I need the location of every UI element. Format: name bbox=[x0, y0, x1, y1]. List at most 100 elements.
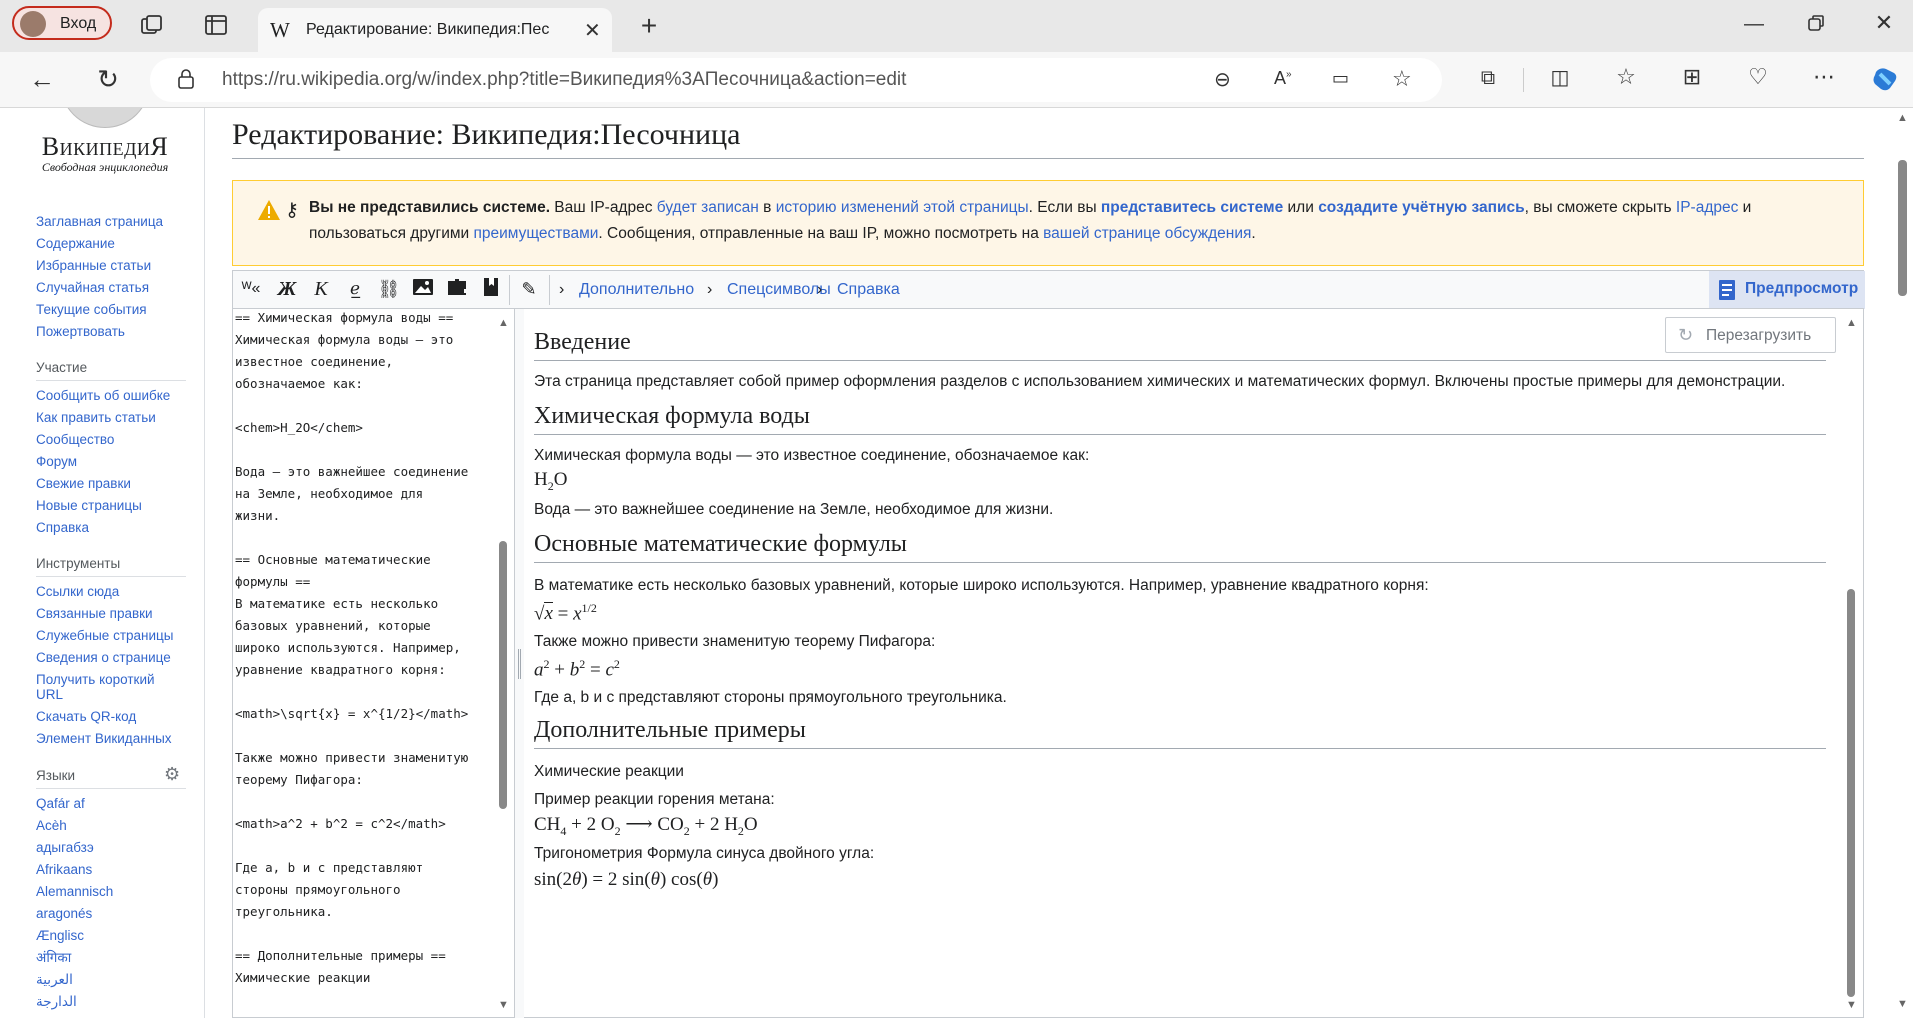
language-link[interactable]: Alemannisch bbox=[36, 884, 113, 899]
scroll-up-icon[interactable]: ▲ bbox=[1846, 317, 1857, 329]
nav-link[interactable]: Пожертвовать bbox=[36, 324, 125, 339]
tools-link[interactable]: Элемент Викиданных bbox=[36, 731, 172, 746]
scroll-down-icon[interactable]: ▼ bbox=[1897, 998, 1908, 1010]
favorite-star-icon[interactable]: ☆ bbox=[1392, 66, 1412, 92]
sidebar: ВикипедиЯ Свободная энциклопедия Заглавн… bbox=[0, 108, 205, 1018]
tools-link[interactable]: Получить короткий bbox=[36, 672, 155, 687]
browser-essentials-icon[interactable]: ♡ bbox=[1744, 66, 1772, 88]
image-icon[interactable] bbox=[409, 277, 437, 301]
active-tab[interactable]: W Редактирование: Википедия:Пес ✕ bbox=[258, 8, 612, 52]
zoom-out-icon[interactable]: ⊖ bbox=[1214, 67, 1231, 92]
back-icon[interactable]: ← bbox=[28, 66, 56, 92]
scroll-up-icon[interactable]: ▲ bbox=[1897, 112, 1908, 124]
nav-link[interactable]: Текущие события bbox=[36, 302, 147, 317]
tools-link[interactable]: Ссылки сюда bbox=[36, 584, 119, 599]
participation-link[interactable]: Форум bbox=[36, 454, 77, 469]
notice-link[interactable]: преимуществами bbox=[473, 225, 598, 242]
italic-icon[interactable]: К bbox=[307, 277, 335, 301]
signature-icon[interactable]: ℯ̲ bbox=[341, 277, 369, 301]
pane-resize-handle[interactable] bbox=[515, 308, 524, 1018]
tools-link[interactable]: Служебные страницы bbox=[36, 628, 173, 643]
pencil-icon[interactable]: ✎ bbox=[515, 277, 543, 301]
nav-link[interactable]: Содержание bbox=[36, 236, 115, 251]
preview-scrollbar[interactable]: ▲ ▼ bbox=[1840, 309, 1862, 1017]
logo-subtitle: Свободная энциклопедия bbox=[41, 160, 169, 174]
participation-link[interactable]: Свежие правки bbox=[36, 476, 131, 491]
reference-icon[interactable] bbox=[477, 277, 505, 301]
copilot-icon[interactable] bbox=[1870, 64, 1900, 98]
link-icon[interactable]: ⛓ bbox=[375, 277, 403, 301]
participation-link[interactable]: Справка bbox=[36, 520, 89, 535]
language-link[interactable]: Qafár af bbox=[36, 796, 85, 811]
close-window-icon[interactable]: ✕ bbox=[1870, 12, 1898, 34]
minimize-icon[interactable]: — bbox=[1740, 14, 1768, 34]
workspaces-icon[interactable] bbox=[138, 14, 166, 42]
preview-toggle-button[interactable]: Предпросмотр bbox=[1709, 271, 1865, 309]
language-link[interactable]: адыгабзэ bbox=[36, 840, 94, 855]
profile-button[interactable]: Вход bbox=[12, 6, 112, 40]
notice-create-account-link[interactable]: создадите учётную запись bbox=[1318, 199, 1524, 216]
notice-link[interactable]: IP-адрес bbox=[1676, 199, 1738, 216]
tools-link[interactable]: URL bbox=[36, 687, 63, 702]
nav-link[interactable]: Избранные статьи bbox=[36, 258, 151, 273]
browser-tab-bar: Вход W Редактирование: Википедия:Пес ✕ +… bbox=[0, 0, 1913, 52]
split-screen-icon[interactable]: ◫ bbox=[1546, 68, 1574, 88]
more-menu-icon[interactable]: ⋯ bbox=[1810, 66, 1838, 88]
participation-link[interactable]: Сообщество bbox=[36, 432, 114, 447]
editor-line: формулы == bbox=[235, 574, 311, 589]
tools-link[interactable]: Сведения о странице bbox=[36, 650, 171, 665]
nav-link[interactable]: Заглавная страница bbox=[36, 214, 163, 229]
language-link[interactable]: Afrikaans bbox=[36, 862, 92, 877]
extensions-icon[interactable]: ⧉ bbox=[1474, 68, 1502, 88]
wikitext-editor[interactable]: == Химическая формула воды == Химическая … bbox=[232, 308, 515, 1018]
language-link[interactable]: الدارجة bbox=[36, 994, 77, 1010]
notice-login-link[interactable]: представитесь системе bbox=[1101, 199, 1283, 216]
tools-link[interactable]: Скачать QR-код bbox=[36, 709, 136, 724]
language-settings-gear-icon[interactable]: ⚙ bbox=[164, 764, 180, 785]
language-link[interactable]: अंगिका bbox=[36, 948, 71, 966]
participation-link[interactable]: Новые страницы bbox=[36, 498, 142, 513]
editor-scroll-thumb[interactable] bbox=[499, 541, 507, 809]
participation-link[interactable]: Сообщить об ошибке bbox=[36, 388, 170, 403]
page-scrollbar[interactable]: ▲ ▼ bbox=[1892, 108, 1913, 1018]
page-scroll-thumb[interactable] bbox=[1898, 160, 1907, 296]
bold-icon[interactable]: Ж bbox=[273, 277, 301, 301]
scroll-down-icon[interactable]: ▼ bbox=[1846, 999, 1857, 1011]
restore-icon[interactable] bbox=[1802, 14, 1830, 36]
nowiki-icon[interactable]: ᵂ« bbox=[237, 277, 265, 301]
tab-special-chars[interactable]: Спецсимволы bbox=[727, 281, 831, 299]
editor-scrollbar[interactable]: ▲ ▼ bbox=[492, 309, 514, 1017]
scroll-down-icon[interactable]: ▼ bbox=[498, 999, 509, 1011]
notice-link[interactable]: вашей странице обсуждения bbox=[1043, 225, 1251, 242]
favorites-icon[interactable]: ☆ bbox=[1612, 66, 1640, 88]
language-link[interactable]: Acèh bbox=[36, 818, 67, 833]
section-heading: Дополнительные примеры bbox=[534, 717, 1826, 749]
scroll-up-icon[interactable]: ▲ bbox=[498, 317, 509, 329]
tab-help[interactable]: Справка bbox=[837, 281, 900, 299]
notice-link[interactable]: историю изменений этой страницы bbox=[776, 199, 1029, 216]
preview-scroll-thumb[interactable] bbox=[1847, 589, 1855, 997]
notice-link[interactable]: будет записан bbox=[657, 199, 759, 216]
read-aloud-icon[interactable]: A» bbox=[1274, 68, 1292, 89]
vertical-tabs-icon[interactable] bbox=[202, 14, 230, 40]
logo-title[interactable]: ВикипедиЯ bbox=[30, 132, 180, 162]
formula-double-angle: sin(2θ) = 2 sin(θ) cos(θ) bbox=[534, 869, 719, 890]
refresh-icon[interactable]: ↻ bbox=[94, 66, 122, 92]
tools-link[interactable]: Связанные правки bbox=[36, 606, 153, 621]
editor-line: треугольника. bbox=[235, 904, 333, 919]
new-tab-icon[interactable]: + bbox=[636, 12, 662, 40]
wikipedia-globe-logo[interactable] bbox=[60, 108, 150, 128]
immersive-reader-icon[interactable]: ▭ bbox=[1332, 68, 1349, 89]
collections-icon[interactable]: ⊞ bbox=[1678, 66, 1706, 88]
template-icon[interactable] bbox=[443, 277, 471, 301]
language-link[interactable]: aragonés bbox=[36, 906, 92, 921]
participation-link[interactable]: Как править статьи bbox=[36, 410, 156, 425]
nav-link[interactable]: Случайная статья bbox=[36, 280, 149, 295]
close-tab-icon[interactable]: ✕ bbox=[584, 18, 601, 43]
address-field[interactable]: https://ru.wikipedia.org/w/index.php?tit… bbox=[150, 58, 1442, 102]
language-link[interactable]: Ænglisc bbox=[36, 928, 84, 943]
language-link[interactable]: العربية bbox=[36, 972, 73, 988]
tab-advanced[interactable]: Дополнительно bbox=[579, 281, 694, 299]
